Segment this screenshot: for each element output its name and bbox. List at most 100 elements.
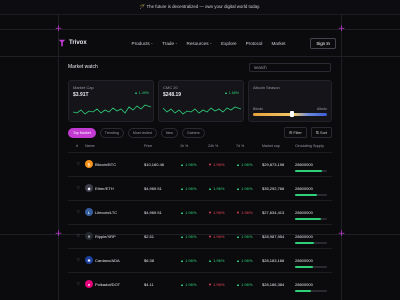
coin-name: Bitcoin/BTC [95,162,117,167]
supply-progress-fill [295,218,321,220]
logo[interactable]: Trivox [58,39,87,47]
change-24h: ▼ 1.96% [208,162,225,167]
market-cap-card: Market Cap $3.91T ▲ 1.49% [68,80,154,122]
banner-text: 🪄 The future is decentralized — own your… [139,4,261,9]
altcoin-season-card: Altcoin Season Bitcoin Altcoin [248,80,332,122]
supply-progress-fill [295,194,318,196]
favorite-star-icon[interactable]: ☆ [76,185,80,191]
card-change: ▲ 1.66% [224,91,239,95]
coin-name: Cardano/ADA [95,258,120,263]
favorite-star-icon[interactable]: ☆ [76,257,80,263]
tab-top-market[interactable]: Top Market [68,128,96,138]
favorite-star-icon[interactable]: ☆ [76,281,80,287]
table-row[interactable]: ☆ Bitcoin/BTC $10,160.46 ▲ 1.96% ▼ 1.96% ▲ 1.… [68,152,332,177]
change-7d: ▲ 1.96% [236,234,253,239]
card-change: ▲ 1.49% [134,91,149,95]
tab-trending[interactable]: Trending [99,128,124,138]
announcement-banner: 🪄 The future is decentralized — own your… [0,0,400,15]
table-row[interactable]: ☆ Cardano/ADA $6.38 ▲ 1.96% ▲ 1.96% ▲ 1.96% $2… [68,248,332,273]
coin-price: $10,160.46 [144,162,165,167]
chevron-down-icon: ⌄ [175,41,178,45]
supply-progress-bar [295,218,327,220]
change-7d: ▲ 1.96% [236,282,253,287]
circulating-supply: 28600000 [295,258,313,263]
market-cap: $27,634,413 [262,210,285,215]
change-7d: ▼ 1.96% [236,210,253,215]
top-nav: Trivox Products ⌄ Trade ⌄ Resources ⌄ Explo… [58,36,336,50]
cmc20-card: CMC 20 $248.19 ▲ 1.66% [158,80,244,122]
coin-price: $2.51 [144,234,155,239]
menu-item-explore[interactable]: Explore [221,41,237,46]
table-row[interactable]: ☆ Litecoin/LTC $4,969.51 ▲ 1.96% ▼ 1.96% ▼ 1.… [68,200,332,225]
tab-new[interactable]: New [160,128,179,138]
market-cap: $28,183,166 [262,258,285,263]
change-24h: ▲ 1.96% [208,258,225,263]
col-header-price[interactable]: Price [144,144,152,148]
coin-name: Polkadot/DOT [95,282,121,287]
supply-progress-fill [295,242,315,244]
menu-item-market[interactable]: Market [271,41,285,46]
coin-logo-icon: ₿ [85,160,93,168]
menu-item-trade[interactable]: Trade ⌄ [162,41,177,46]
col-header-7d[interactable]: 7d % [236,144,244,148]
market-cap: $28,186,384 [262,282,285,287]
market-cap: $29,873,198 [262,162,285,167]
tab-gainers[interactable]: Gainers [182,128,205,138]
chevron-down-icon: ⌄ [150,41,154,45]
col-header-market-cap[interactable]: Market cap [262,144,280,148]
change-7d: ▲ 1.96% [236,186,253,191]
change-1h: ▲ 1.96% [180,282,197,287]
chevron-down-icon: ⌄ [209,41,213,45]
table-row[interactable]: ☆ Ether/ETH $4,969.51 ▲ 1.96% ▲ 1.96% ▲ 1.96%… [68,176,332,201]
sign-in-button[interactable]: Sign In [310,37,336,49]
market-cap: $35,292,766 [262,186,285,191]
col-header-1h[interactable]: 1h % [180,144,188,148]
col-header-name[interactable]: Name [85,144,95,148]
change-24h: ▲ 1.96% [208,186,225,191]
search-input[interactable]: search [249,63,331,72]
menu-item-products[interactable]: Products ⌄ [132,41,154,46]
logo-icon [58,39,66,47]
table-row[interactable]: ☆ Ripple/XRP $2.51 ▲ 1.96% ▼ 1.96% ▲ 1.96% $28… [68,224,332,249]
change-24h: ▼ 1.96% [208,282,225,287]
tab-most-visited[interactable]: Most visited [127,128,157,138]
supply-progress-bar [295,170,327,172]
coin-logo-icon: ✕ [85,232,93,240]
change-1h: ▲ 1.96% [180,162,197,167]
main-menu: Products ⌄ Trade ⌄ Resources ⌄ Explore Prot… [112,41,286,46]
plus-marker-icon: + [337,229,346,239]
plus-marker-icon: + [54,24,63,34]
coin-name: Ether/ETH [95,186,114,191]
table-row[interactable]: ☆ Polkadot/DOT $4.11 ▲ 1.96% ▼ 1.96% ▲ 1.96% $… [68,272,332,297]
coin-price: $4,969.51 [144,210,162,215]
guide-line-right [341,0,342,300]
change-24h: ▼ 1.96% [208,210,225,215]
card-label: CMC 20 [163,85,178,90]
coin-price: $4.11 [144,282,154,287]
supply-progress-bar [295,266,327,268]
favorite-star-icon[interactable]: ☆ [76,209,80,215]
coin-logo-icon: Ł [85,208,93,216]
table-header: # Name Price 1h % 24h % 7d % Market cap … [68,143,332,151]
card-label: Market Cap [73,85,94,90]
menu-item-resources[interactable]: Resources ⌄ [187,41,212,46]
change-7d: ▲ 1.96% [236,258,253,263]
circulating-supply: 28600000 [295,186,313,191]
favorite-star-icon[interactable]: ☆ [76,161,80,167]
supply-progress-fill [295,170,323,172]
supply-progress-bar [295,290,327,292]
season-indicator [290,111,295,117]
favorite-star-icon[interactable]: ☆ [76,233,80,239]
col-header-supply[interactable]: Circulating Supply [295,144,324,148]
menu-item-protocol[interactable]: Protocol [246,41,263,46]
season-right-label: Altcoin [316,107,327,111]
plus-marker-icon: + [54,229,63,239]
col-header-24h[interactable]: 24h % [208,144,218,148]
filter-button[interactable]: ☰ Filter [283,127,307,138]
guide-line-nav-bottom [0,56,400,57]
supply-progress-fill [295,266,313,268]
section-title: Market watch [68,64,98,70]
coin-price: $6.38 [144,258,155,263]
sort-button[interactable]: ⇅ Sort [310,127,332,138]
change-1h: ▲ 1.96% [180,258,197,263]
